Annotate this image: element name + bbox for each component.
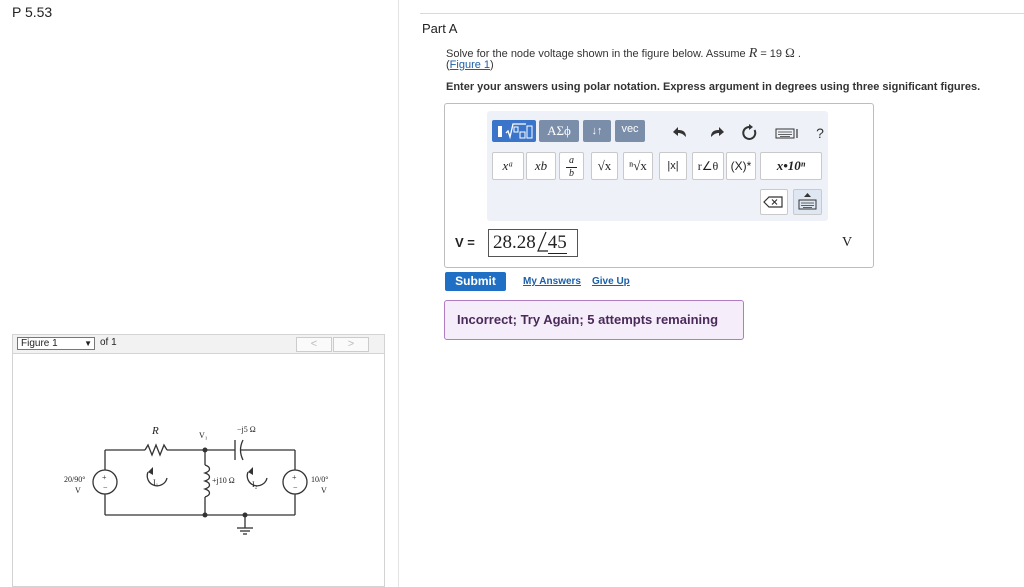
answer-angle: 45	[547, 232, 567, 254]
answer-unit: V	[842, 235, 853, 250]
figure-link[interactable]: Figure 1	[450, 59, 490, 71]
part-title: Part A	[422, 21, 458, 36]
right-source-unit: V	[321, 486, 327, 495]
arrows-button[interactable]: ↓↑	[583, 120, 611, 142]
fraction-numerator: a	[569, 155, 574, 166]
svg-text:+: +	[292, 473, 297, 482]
question-unit: Ω	[785, 45, 795, 60]
left-source-unit: V	[75, 486, 81, 495]
prev-figure-button[interactable]: <	[296, 337, 332, 352]
give-up-link[interactable]: Give Up	[592, 276, 630, 287]
polar-button[interactable]: r∠θ	[692, 152, 724, 180]
inductor-label: +j10 Ω	[212, 476, 235, 485]
next-figure-button[interactable]: >	[333, 337, 369, 352]
answer-magnitude: 28.28	[493, 232, 536, 253]
power-button[interactable]: xᵃ	[492, 152, 524, 180]
abs-button[interactable]: |x|	[659, 152, 687, 180]
redo-button[interactable]	[705, 122, 727, 144]
power-label: xᵃ	[502, 158, 514, 173]
sqrt-button[interactable]: √x	[591, 152, 618, 180]
reset-icon	[742, 124, 757, 140]
question-equals: = 19	[757, 48, 786, 60]
nth-root-label: ⁿ√x	[629, 158, 647, 173]
problem-id: P 5.53	[12, 4, 53, 20]
question-text: Solve for the node voltage shown in the …	[446, 45, 801, 62]
capacitor-label: −j5 Ω	[237, 425, 256, 434]
mesh-current-1-label: I₁	[153, 478, 159, 487]
question-variable: R	[748, 46, 758, 61]
nth-root-button[interactable]: ⁿ√x	[623, 152, 653, 180]
redo-icon	[711, 127, 724, 137]
polar-label: r∠θ	[697, 159, 719, 173]
figure-link-line: (Figure 1)	[446, 59, 494, 71]
paren-close: )	[490, 59, 494, 71]
right-source-value: 10/0°	[311, 475, 328, 484]
undo-button[interactable]	[670, 122, 692, 144]
part-divider	[420, 13, 1024, 14]
circuit-diagram: + − + − R V₁ −j5 Ω +j10 Ω I₁ I₂ 20/90° V…	[64, 425, 328, 535]
fraction-button[interactable]: ab	[559, 152, 584, 180]
mesh-current-2-label: I₂	[252, 480, 258, 489]
subscript-button[interactable]: xb	[526, 152, 556, 180]
left-source-value: 20/90°	[64, 475, 85, 484]
figure-select-value: Figure 1	[21, 338, 58, 349]
template-fraction-sqrt-icon	[498, 123, 533, 140]
answer-label: V =	[455, 235, 475, 250]
figure-count: of 1	[100, 337, 117, 348]
conjugate-label: (X)*	[730, 159, 752, 173]
feedback-message: Incorrect; Try Again; 5 attempts remaini…	[444, 300, 744, 340]
backspace-button[interactable]	[760, 189, 788, 215]
conjugate-button[interactable]: (X)*	[726, 152, 756, 180]
keyboard-button[interactable]	[774, 122, 800, 144]
abs-label: |x|	[667, 160, 679, 172]
help-button[interactable]: ?	[809, 122, 831, 144]
show-keyboard-button[interactable]	[793, 189, 822, 215]
figure-select[interactable]: Figure 1 ▼	[17, 337, 95, 350]
vector-button[interactable]: vec	[615, 120, 645, 142]
show-keyboard-icon	[798, 193, 817, 210]
scientific-notation-label: x•10ⁿ	[776, 158, 806, 173]
submit-button[interactable]: Submit	[445, 272, 506, 291]
subscript-label: xb	[534, 158, 548, 173]
scientific-notation-button[interactable]: x•10ⁿ	[760, 152, 822, 180]
sqrt-label: √x	[597, 158, 612, 173]
reset-button[interactable]	[739, 122, 761, 144]
undo-icon	[673, 127, 686, 137]
resistor-label: R	[151, 425, 159, 437]
keyboard-icon	[775, 128, 798, 139]
my-answers-link[interactable]: My Answers	[523, 276, 581, 287]
question-end: .	[794, 48, 801, 60]
angle-symbol	[536, 231, 548, 253]
templates-button[interactable]	[492, 120, 536, 142]
greek-symbols-button[interactable]: ΑΣϕ	[539, 120, 579, 142]
fraction-denominator: b	[566, 167, 577, 180]
answer-input[interactable]: 28.28 45	[488, 229, 578, 257]
svg-text:−: −	[103, 483, 108, 492]
math-toolbar: ΑΣϕ ↓↑ vec ? xᵃ xb ab √x ⁿ√x |x| r∠θ (X)…	[487, 111, 828, 221]
node-voltage-label: V₁	[199, 431, 208, 440]
svg-text:−: −	[293, 483, 298, 492]
chevron-down-icon: ▼	[84, 339, 92, 348]
answer-instruction: Enter your answers using polar notation.…	[446, 81, 981, 93]
backspace-icon	[763, 196, 783, 208]
svg-text:+: +	[102, 473, 107, 482]
